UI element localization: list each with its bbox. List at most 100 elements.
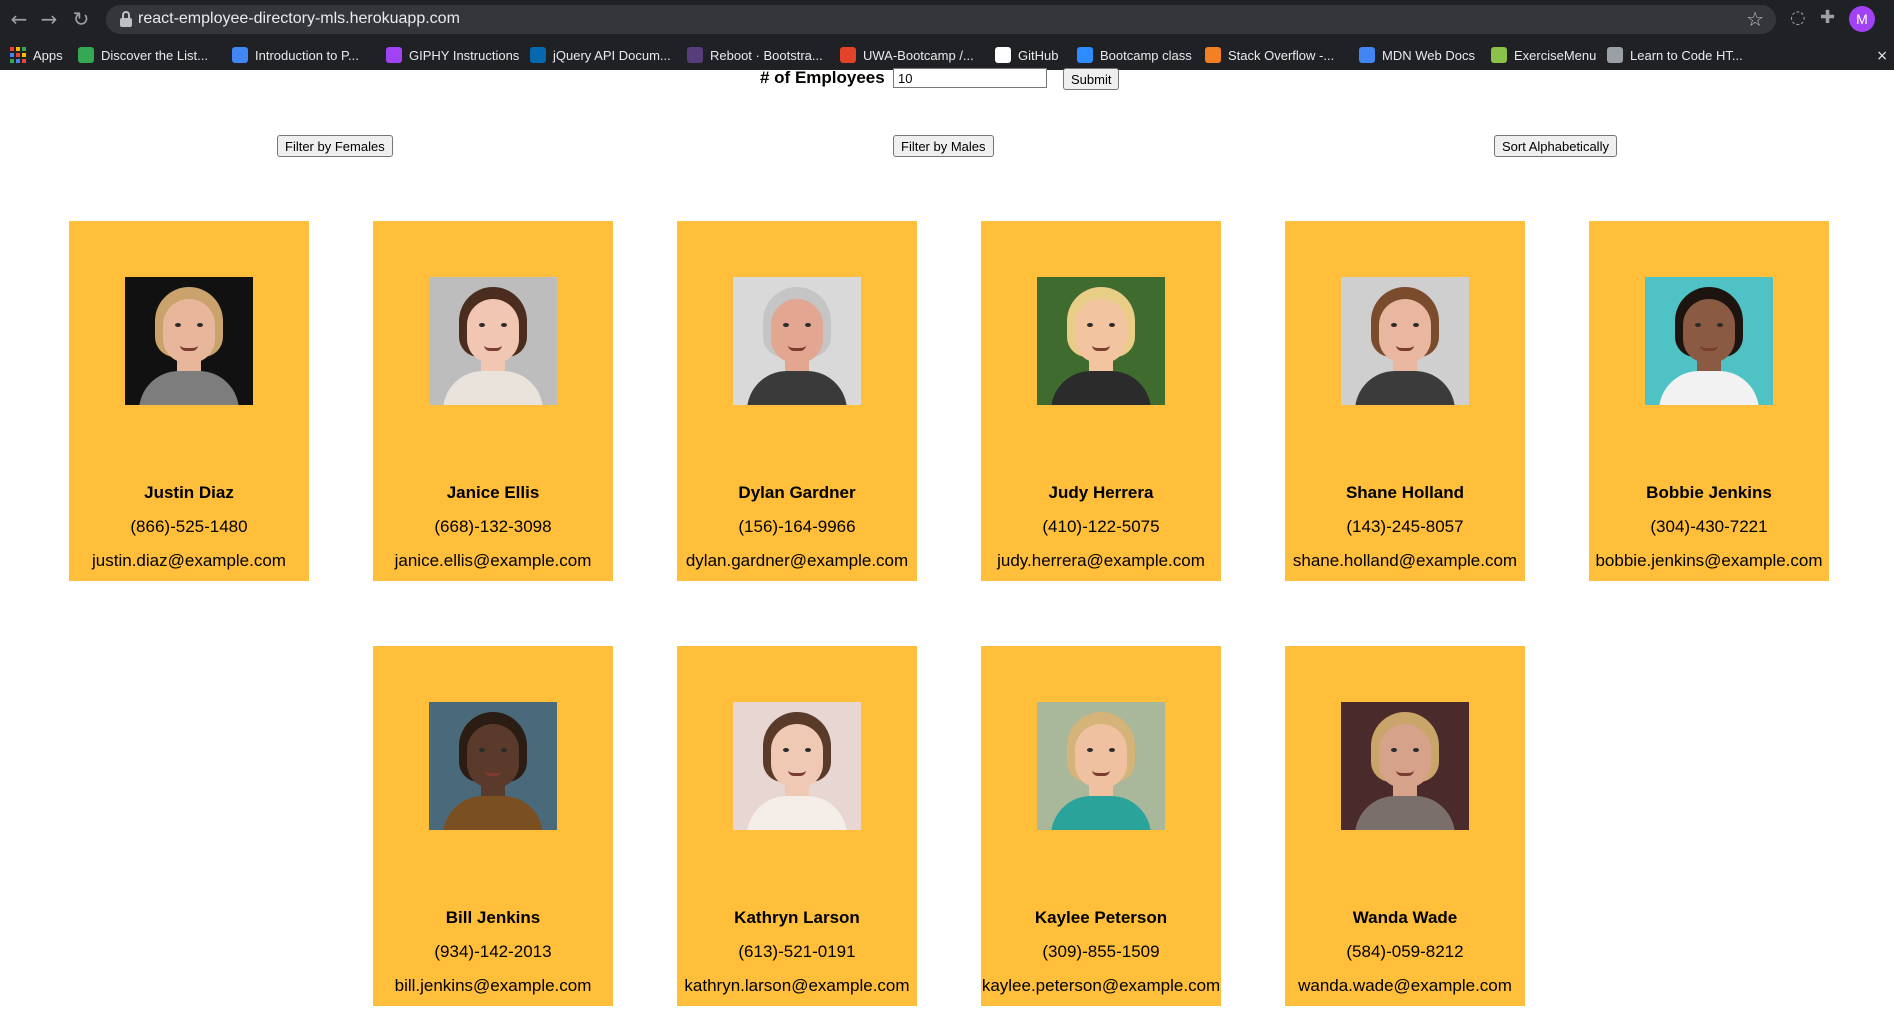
employee-name: Janice Ellis [446, 483, 540, 502]
employee-name: Wanda Wade [1352, 908, 1458, 927]
employee-photo [1037, 277, 1165, 405]
reload-icon[interactable]: ↻ [68, 6, 94, 32]
employee-phone: (934)-142-2013 [434, 942, 552, 961]
employee-phone: (613)-521-0191 [738, 942, 856, 961]
employee-email: janice.ellis@example.com [394, 551, 592, 570]
profile-avatar[interactable]: M [1849, 6, 1875, 32]
url-text[interactable]: react-employee-directory-mls.herokuapp.c… [138, 10, 460, 28]
employee-card: Dylan Gardner (156)-164-9966 dylan.gardner… [677, 221, 917, 581]
apps-grid-icon [10, 47, 26, 63]
employee-count-form: # of Employees [0, 68, 1894, 92]
bookmark-label: MDN Web Docs [1382, 47, 1475, 63]
zoom-icon [1077, 47, 1093, 63]
bookmark-label: Learn to Code HT... [1630, 47, 1743, 63]
forward-icon[interactable]: → [36, 6, 62, 32]
bookmark-label: GIPHY Instructions [409, 47, 520, 63]
bookmark-label: Apps [33, 47, 63, 63]
cast-icon[interactable]: ◌ [1790, 7, 1806, 28]
employee-photo [429, 702, 557, 830]
sort-alphabetically-button[interactable]: Sort Alphabetically [1494, 135, 1617, 157]
bookmark-label: Reboot · Bootstra... [710, 47, 823, 63]
bookmark-item[interactable]: MDN Web Docs [1359, 45, 1475, 65]
bookmarks-bar: Apps Discover the List... Introduction to … [0, 40, 1894, 70]
bookmark-item[interactable]: jQuery API Docum... [530, 45, 671, 65]
bookmark-label: UWA-Bootcamp /... [863, 47, 974, 63]
employee-email: wanda.wade@example.com [1298, 976, 1512, 995]
employee-card: Shane Holland (143)-245-8057 shane.holland… [1285, 221, 1525, 581]
employee-card: Bill Jenkins (934)-142-2013 bill.jenkins@e… [373, 646, 613, 1006]
jquery-icon [530, 47, 546, 63]
gitlab-icon [840, 47, 856, 63]
bookmark-item[interactable]: Bootcamp class [1077, 45, 1192, 65]
browser-chrome: ← → ↻ react-employee-directory-mls.herok… [0, 0, 1894, 70]
bookmark-item[interactable]: GIPHY Instructions [386, 45, 519, 65]
employee-phone: (668)-132-3098 [434, 517, 552, 536]
employee-photo [1341, 702, 1469, 830]
employee-email: dylan.gardner@example.com [685, 551, 909, 570]
extensions-puzzle-icon[interactable]: ✚ [1820, 7, 1835, 28]
filter-females-button[interactable]: Filter by Females [277, 135, 393, 157]
back-icon[interactable]: ← [6, 6, 32, 32]
employee-email: judy.herrera@example.com [997, 551, 1205, 570]
bookmark-label: Discover the List... [101, 47, 208, 63]
sprout-icon [1491, 47, 1507, 63]
employee-card: Kathryn Larson (613)-521-0191 kathryn.lars… [677, 646, 917, 1006]
filter-males-button[interactable]: Filter by Males [893, 135, 994, 157]
employee-name: Bill Jenkins [445, 908, 541, 927]
employee-name: Judy Herrera [1048, 483, 1154, 502]
employees-count-input[interactable] [893, 68, 1047, 88]
employee-name: Kaylee Peterson [1034, 908, 1168, 927]
close-icon[interactable]: × [1876, 48, 1888, 64]
employee-name: Kathryn Larson [734, 908, 860, 927]
address-bar-row: ← → ↻ react-employee-directory-mls.herok… [0, 0, 1894, 38]
bookmark-label: Stack Overflow -... [1228, 47, 1335, 63]
bookmark-label: GitHub [1018, 47, 1059, 63]
employee-phone: (143)-245-8057 [1346, 517, 1464, 536]
doc-icon [386, 47, 402, 63]
employee-phone: (304)-430-7221 [1650, 517, 1768, 536]
bookmark-label: Bootcamp class [1100, 47, 1192, 63]
employee-card: Wanda Wade (584)-059-8212 wanda.wade@examp… [1285, 646, 1525, 1006]
employee-photo [1037, 702, 1165, 830]
employee-photo [429, 277, 557, 405]
employees-count-label: # of Employees [760, 68, 885, 87]
code-icon [1607, 47, 1623, 63]
employee-email: kaylee.peterson@example.com [981, 976, 1221, 995]
employee-email: bobbie.jenkins@example.com [1595, 551, 1823, 570]
employee-email: shane.holland@example.com [1292, 551, 1518, 570]
graduation-icon [1359, 47, 1375, 63]
employee-card: Justin Diaz (866)-525-1480 justin.diaz@exa… [69, 221, 309, 581]
employee-email: bill.jenkins@example.com [394, 976, 592, 995]
bookmark-item[interactable]: UWA-Bootcamp /... [840, 45, 974, 65]
employee-card: Bobbie Jenkins (304)-430-7221 bobbie.jenki… [1589, 221, 1829, 581]
bookmark-item[interactable]: Introduction to P... [232, 45, 359, 65]
bookmark-star-icon[interactable]: ☆ [1746, 7, 1764, 31]
bookmark-item[interactable]: Discover the List... [78, 45, 208, 65]
employee-photo [733, 277, 861, 405]
employee-name: Shane Holland [1345, 483, 1465, 502]
bookmark-label: Introduction to P... [255, 47, 359, 63]
bookmark-item[interactable]: GitHub [995, 45, 1058, 65]
bookmark-item[interactable]: ExerciseMenu [1491, 45, 1596, 65]
employee-name: Justin Diaz [144, 483, 234, 502]
bookmark-item[interactable]: Apps [10, 45, 63, 65]
graduation-icon [232, 47, 248, 63]
bookmark-item[interactable]: Learn to Code HT... [1607, 45, 1743, 65]
employee-phone: (410)-122-5075 [1042, 517, 1160, 536]
bookmark-label: jQuery API Docum... [553, 47, 671, 63]
list-icon [78, 47, 94, 63]
submit-button[interactable]: Submit [1063, 68, 1120, 90]
employee-email: kathryn.larson@example.com [684, 976, 910, 995]
employee-name: Bobbie Jenkins [1646, 483, 1772, 502]
bookmark-item[interactable]: Reboot · Bootstra... [687, 45, 823, 65]
bookmark-item[interactable]: Stack Overflow -... [1205, 45, 1334, 65]
github-icon [995, 47, 1011, 63]
employee-phone: (309)-855-1509 [1042, 942, 1160, 961]
employee-photo [1645, 277, 1773, 405]
employee-card: Janice Ellis (668)-132-3098 janice.ellis@e… [373, 221, 613, 581]
bootstrap-icon [687, 47, 703, 63]
bookmark-label: ExerciseMenu [1514, 47, 1597, 63]
employee-photo [733, 702, 861, 830]
address-bar[interactable]: react-employee-directory-mls.herokuapp.c… [106, 5, 1776, 34]
employee-email: justin.diaz@example.com [92, 551, 286, 570]
